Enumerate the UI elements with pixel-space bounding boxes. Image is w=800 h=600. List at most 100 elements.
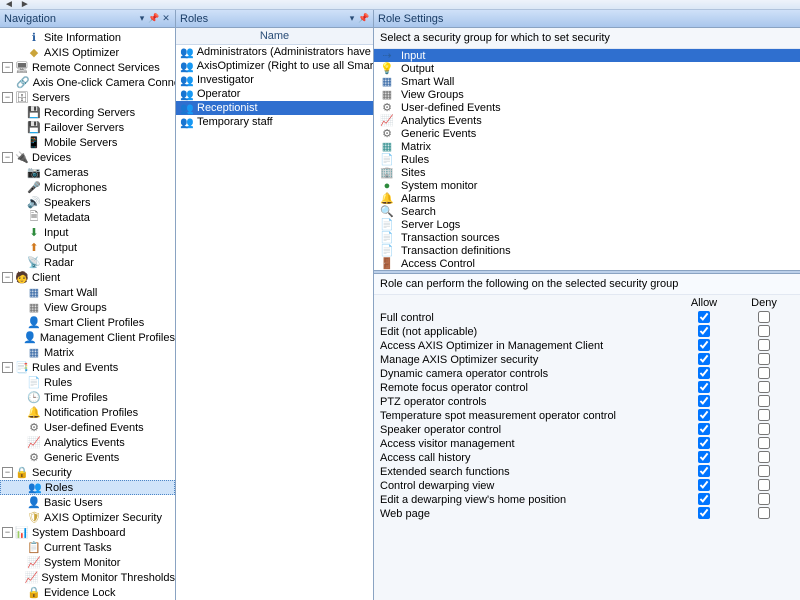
deny-checkbox[interactable] xyxy=(758,409,770,421)
security-group-item[interactable]: ▦View Groups xyxy=(374,88,800,101)
security-group-item[interactable]: 📄Transaction definitions xyxy=(374,244,800,257)
security-group-item[interactable]: ⚙Generic Events xyxy=(374,127,800,140)
deny-checkbox[interactable] xyxy=(758,381,770,393)
nav-item-axis-optimizer[interactable]: ◆AXIS Optimizer xyxy=(0,45,175,60)
role-item[interactable]: 👥AxisOptimizer (Right to use all SmartCl… xyxy=(176,59,373,73)
roles-dropdown-icon[interactable]: ▾ xyxy=(347,14,357,24)
tree-expand-icon[interactable]: − xyxy=(2,92,13,103)
nav-item-evidence-lock[interactable]: 🔒Evidence Lock xyxy=(0,585,175,600)
allow-checkbox[interactable] xyxy=(698,353,710,365)
navigation-tree[interactable]: ℹSite Information◆AXIS Optimizer−🖥Remote… xyxy=(0,28,175,600)
tree-expand-icon[interactable]: − xyxy=(2,272,13,283)
security-group-item[interactable]: 📄Transaction sources xyxy=(374,231,800,244)
nav-pin-icon[interactable]: 📌 xyxy=(149,14,159,24)
role-item[interactable]: 👥Investigator xyxy=(176,73,373,87)
role-item[interactable]: 👥Temporary staff xyxy=(176,115,373,129)
nav-item-failover-servers[interactable]: 💾Failover Servers xyxy=(0,120,175,135)
tree-expand-icon[interactable]: − xyxy=(2,62,13,73)
allow-checkbox[interactable] xyxy=(698,465,710,477)
deny-checkbox[interactable] xyxy=(758,507,770,519)
nav-item-generic-events[interactable]: ⚙Generic Events xyxy=(0,450,175,465)
tree-expand-icon[interactable]: − xyxy=(2,362,13,373)
tree-expand-icon[interactable]: − xyxy=(2,467,13,478)
nav-item-client[interactable]: −🧑Client xyxy=(0,270,175,285)
deny-checkbox[interactable] xyxy=(758,353,770,365)
nav-item-system-monitor-thresholds[interactable]: 📈System Monitor Thresholds xyxy=(0,570,175,585)
nav-item-current-tasks[interactable]: 📋Current Tasks xyxy=(0,540,175,555)
nav-item-site-information[interactable]: ℹSite Information xyxy=(0,30,175,45)
security-group-item[interactable]: 💡Output xyxy=(374,62,800,75)
roles-column-header[interactable]: Name xyxy=(176,28,373,45)
tree-expand-icon[interactable]: − xyxy=(2,152,13,163)
deny-checkbox[interactable] xyxy=(758,339,770,351)
nav-item-mobile-servers[interactable]: 📱Mobile Servers xyxy=(0,135,175,150)
nav-item-analytics-events[interactable]: 📈Analytics Events xyxy=(0,435,175,450)
allow-checkbox[interactable] xyxy=(698,395,710,407)
security-group-item[interactable]: ●System monitor xyxy=(374,179,800,192)
deny-checkbox[interactable] xyxy=(758,311,770,323)
nav-item-security[interactable]: −🔒Security xyxy=(0,465,175,480)
allow-checkbox[interactable] xyxy=(698,339,710,351)
nav-item-metadata[interactable]: 🗎Metadata xyxy=(0,210,175,225)
deny-checkbox[interactable] xyxy=(758,325,770,337)
deny-checkbox[interactable] xyxy=(758,465,770,477)
allow-checkbox[interactable] xyxy=(698,493,710,505)
role-item[interactable]: 👥Operator xyxy=(176,87,373,101)
nav-dropdown-icon[interactable]: ▾ xyxy=(137,14,147,24)
nav-item-microphones[interactable]: 🎤Microphones xyxy=(0,180,175,195)
allow-checkbox[interactable] xyxy=(698,367,710,379)
app-toolbar[interactable]: ◄ ► xyxy=(0,0,800,10)
security-group-list[interactable]: ⇢Input💡Output▦Smart Wall▦View Groups⚙Use… xyxy=(374,49,800,270)
deny-checkbox[interactable] xyxy=(758,423,770,435)
deny-checkbox[interactable] xyxy=(758,479,770,491)
nav-item-matrix[interactable]: ▦Matrix xyxy=(0,345,175,360)
nav-item-input[interactable]: ⬇Input xyxy=(0,225,175,240)
nav-item-notification-profiles[interactable]: 🔔Notification Profiles xyxy=(0,405,175,420)
security-group-item[interactable]: 📄Server Logs xyxy=(374,218,800,231)
allow-checkbox[interactable] xyxy=(698,423,710,435)
allow-checkbox[interactable] xyxy=(698,325,710,337)
nav-item-basic-users[interactable]: 👤Basic Users xyxy=(0,495,175,510)
security-group-item[interactable]: ⇢Input xyxy=(374,49,800,62)
nav-item-axis-optimizer-security[interactable]: 🛡AXIS Optimizer Security xyxy=(0,510,175,525)
security-group-item[interactable]: ▦Matrix xyxy=(374,140,800,153)
nav-item-roles[interactable]: 👥Roles xyxy=(0,480,175,495)
allow-checkbox[interactable] xyxy=(698,479,710,491)
nav-item-cameras[interactable]: 📷Cameras xyxy=(0,165,175,180)
security-group-item[interactable]: ▦Smart Wall xyxy=(374,75,800,88)
nav-item-radar[interactable]: 📡Radar xyxy=(0,255,175,270)
nav-item-system-dashboard[interactable]: −📊System Dashboard xyxy=(0,525,175,540)
security-group-item[interactable]: 🔔Alarms xyxy=(374,192,800,205)
nav-item-rules-and-events[interactable]: −📑Rules and Events xyxy=(0,360,175,375)
nav-item-output[interactable]: ⬆Output xyxy=(0,240,175,255)
toolbar-nav-back-icon[interactable]: ◄ xyxy=(4,0,14,10)
security-group-item[interactable]: 📄Rules xyxy=(374,153,800,166)
allow-checkbox[interactable] xyxy=(698,437,710,449)
nav-item-rules[interactable]: 📄Rules xyxy=(0,375,175,390)
security-group-item[interactable]: 🚪Access Control xyxy=(374,257,800,270)
deny-checkbox[interactable] xyxy=(758,395,770,407)
nav-close-icon[interactable]: ✕ xyxy=(161,14,171,24)
nav-item-recording-servers[interactable]: 💾Recording Servers xyxy=(0,105,175,120)
nav-item-view-groups[interactable]: ▦View Groups xyxy=(0,300,175,315)
security-group-item[interactable]: 🏢Sites xyxy=(374,166,800,179)
toolbar-nav-fwd-icon[interactable]: ► xyxy=(20,0,30,10)
deny-checkbox[interactable] xyxy=(758,367,770,379)
nav-item-smart-wall[interactable]: ▦Smart Wall xyxy=(0,285,175,300)
nav-item-user-defined-events[interactable]: ⚙User-defined Events xyxy=(0,420,175,435)
security-group-item[interactable]: 📈Analytics Events xyxy=(374,114,800,127)
allow-checkbox[interactable] xyxy=(698,311,710,323)
tree-expand-icon[interactable]: − xyxy=(2,527,13,538)
deny-checkbox[interactable] xyxy=(758,437,770,449)
allow-checkbox[interactable] xyxy=(698,381,710,393)
allow-checkbox[interactable] xyxy=(698,451,710,463)
nav-item-remote-connect-services[interactable]: −🖥Remote Connect Services xyxy=(0,60,175,75)
nav-item-speakers[interactable]: 🔊Speakers xyxy=(0,195,175,210)
nav-item-time-profiles[interactable]: 🕒Time Profiles xyxy=(0,390,175,405)
deny-checkbox[interactable] xyxy=(758,451,770,463)
role-item[interactable]: 👥Administrators (Administrators have com… xyxy=(176,45,373,59)
security-group-item[interactable]: 🔍Search xyxy=(374,205,800,218)
security-group-item[interactable]: ⚙User-defined Events xyxy=(374,101,800,114)
allow-checkbox[interactable] xyxy=(698,409,710,421)
nav-item-smart-client-profiles[interactable]: 👤Smart Client Profiles xyxy=(0,315,175,330)
